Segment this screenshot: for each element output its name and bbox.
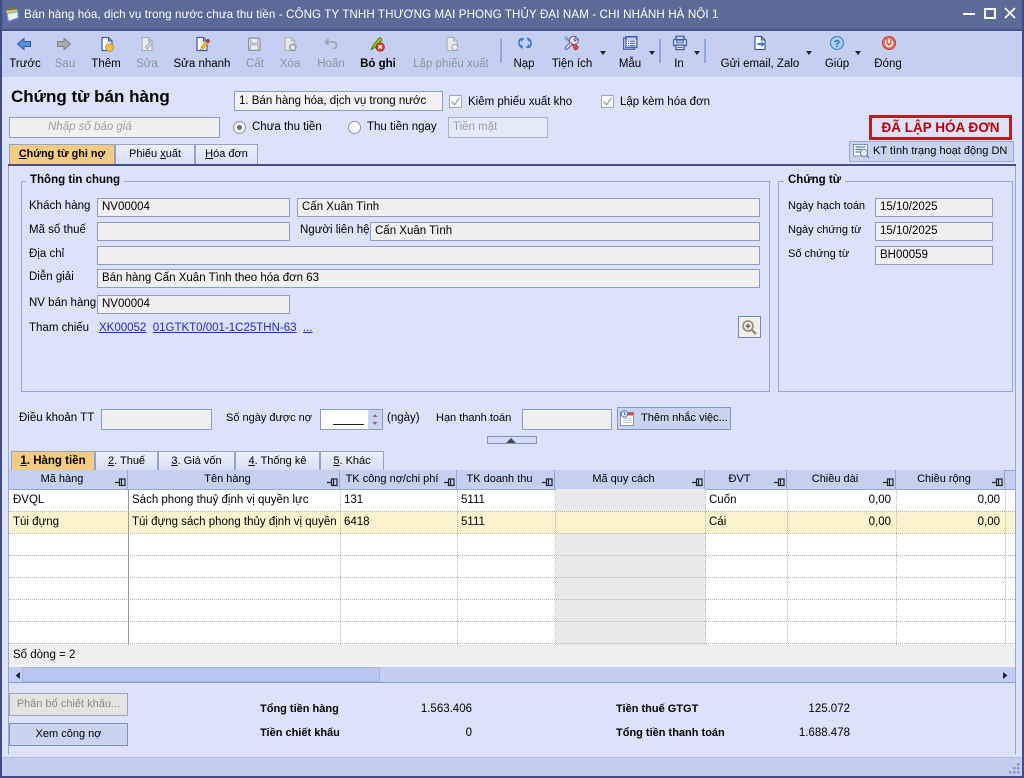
svg-text:?: ? (834, 38, 840, 50)
